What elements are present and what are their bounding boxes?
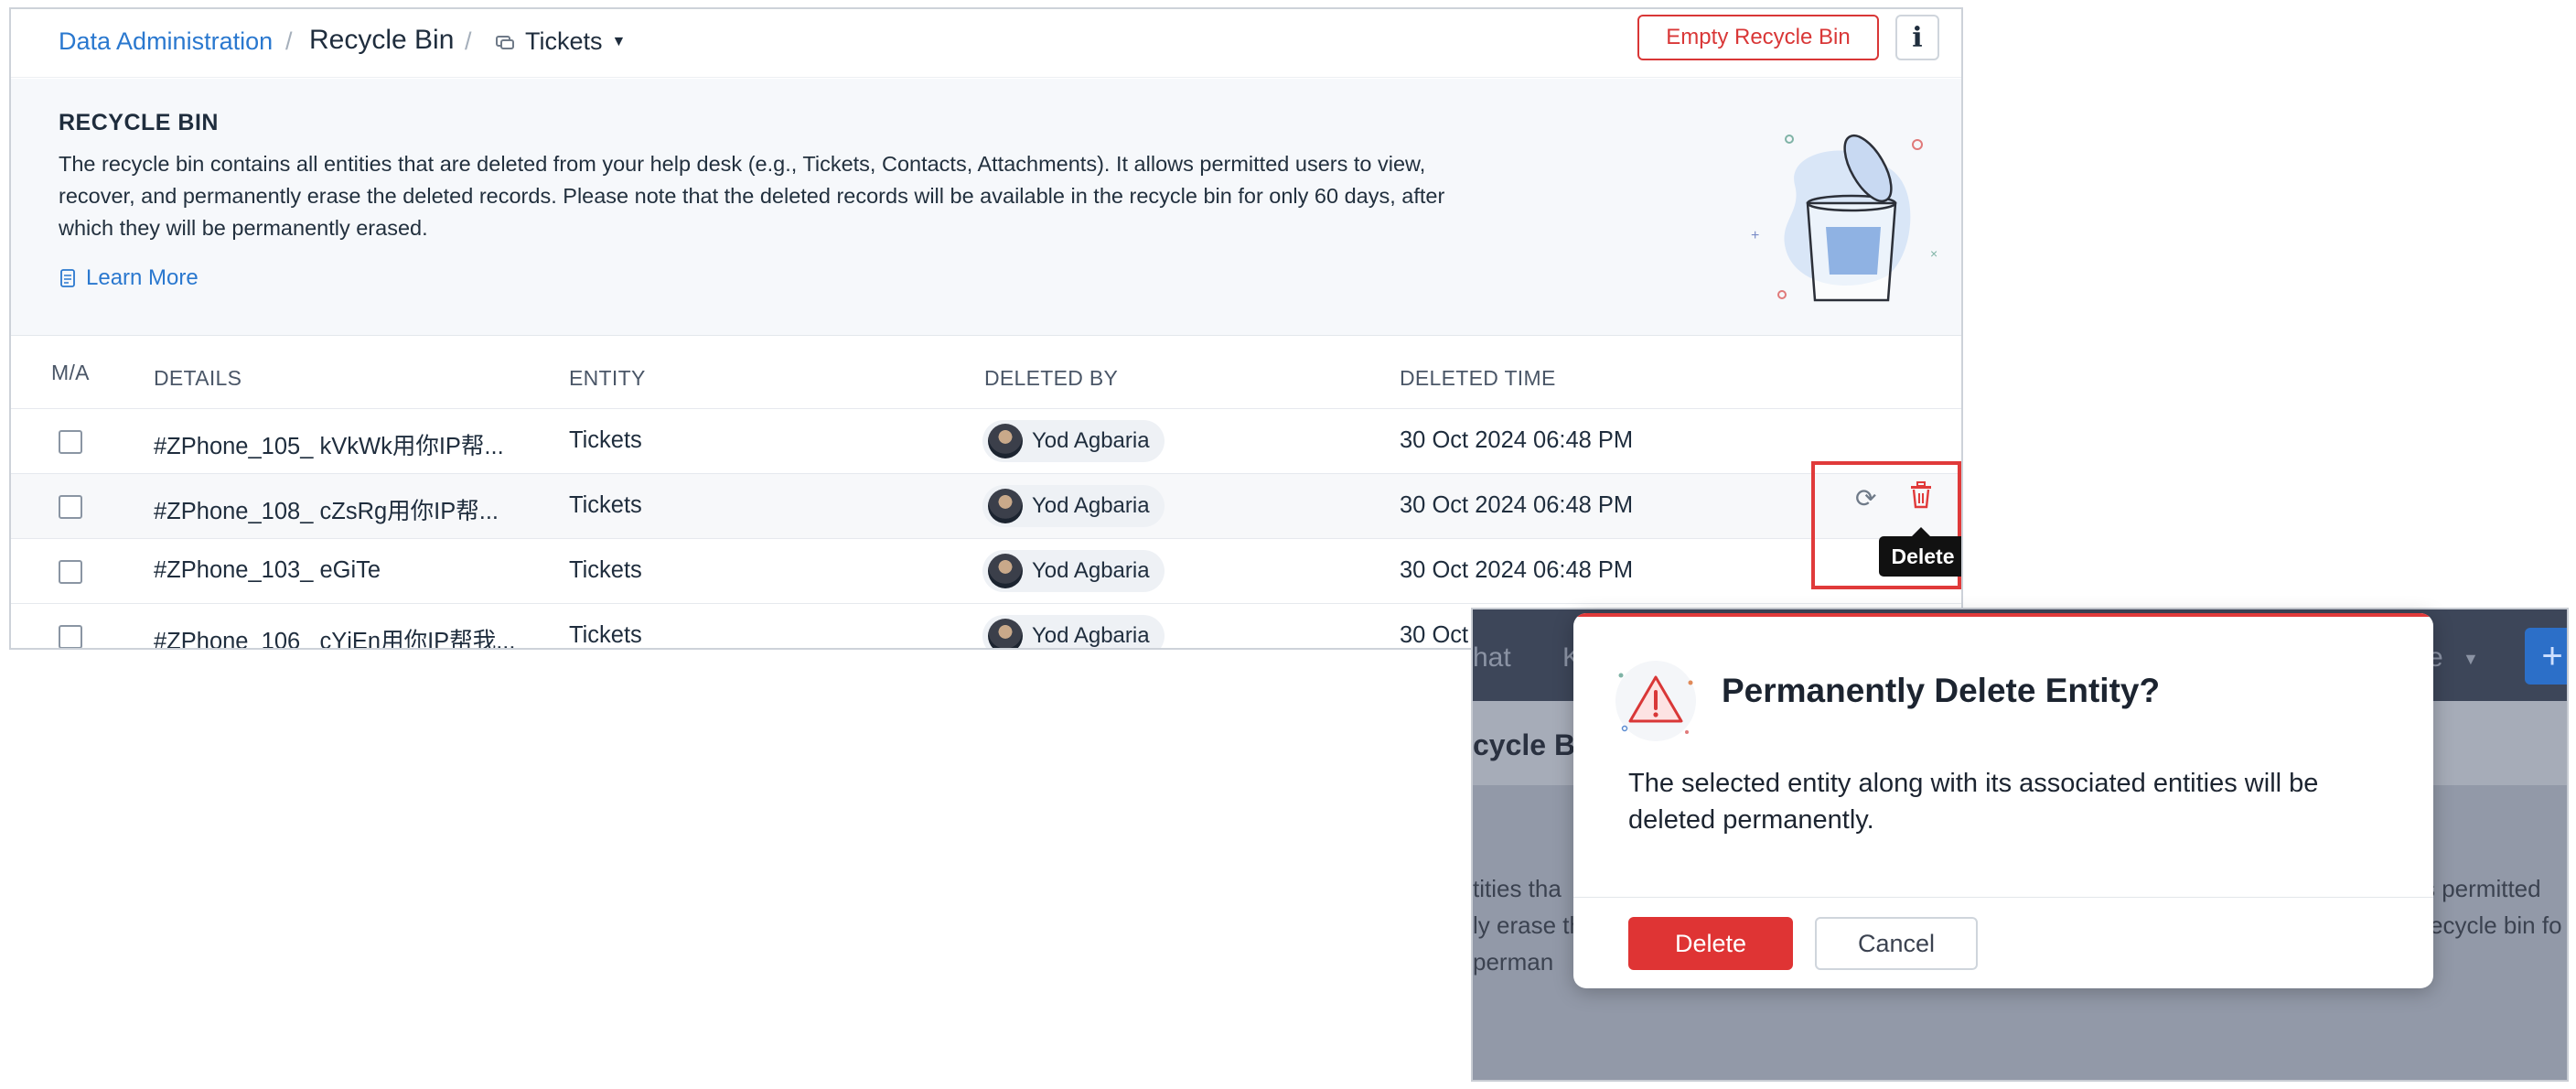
column-header-deleted-time[interactable]: DELETED TIME bbox=[1400, 366, 1556, 391]
banner-title: RECYCLE BIN bbox=[59, 110, 219, 135]
column-header-details[interactable]: DETAILS bbox=[154, 366, 242, 391]
avatar bbox=[988, 424, 1023, 458]
row-entity: Tickets bbox=[569, 622, 642, 648]
row-checkbox[interactable] bbox=[59, 495, 82, 519]
deleted-by-name: Yod Agbaria bbox=[1032, 623, 1150, 648]
learn-more-label: Learn More bbox=[86, 265, 199, 290]
row-details[interactable]: #ZPhone_106_ cYjEn用你IP帮我... bbox=[154, 622, 515, 648]
warning-triangle-icon bbox=[1615, 661, 1696, 741]
row-checkbox[interactable] bbox=[59, 430, 82, 454]
confirm-delete-button[interactable]: Delete bbox=[1628, 917, 1793, 970]
background-text: ly erase th bbox=[1473, 911, 1583, 939]
table-row[interactable]: #ZPhone_103_ eGiTe Tickets Yod Agbaria 3… bbox=[11, 539, 1961, 604]
deleted-by-name: Yod Agbaria bbox=[1032, 558, 1150, 583]
recycle-bin-page: Data Administration / Recycle Bin / Tick… bbox=[9, 7, 1963, 650]
column-header-deleted-by[interactable]: DELETED BY bbox=[984, 366, 1118, 391]
breadcrumb-separator: / bbox=[285, 27, 293, 55]
ticket-module-icon bbox=[496, 35, 514, 49]
modal-footer-divider bbox=[1573, 897, 2433, 898]
avatar bbox=[988, 619, 1023, 648]
row-deleted-time: 30 Oct 2024 06:48 PM bbox=[1400, 492, 1634, 518]
deleted-by-chip: Yod Agbaria bbox=[982, 420, 1165, 462]
nav-fragment: hat bbox=[1473, 642, 1511, 673]
caret-down-icon: ▼ bbox=[2463, 650, 2479, 668]
row-deleted-time: 30 Oct bbox=[1400, 622, 1469, 648]
row-deleted-time: 30 Oct 2024 06:48 PM bbox=[1400, 557, 1634, 583]
trash-icon[interactable] bbox=[1908, 481, 1934, 509]
svg-text:×: × bbox=[1930, 246, 1937, 261]
cancel-button[interactable]: Cancel bbox=[1815, 917, 1978, 970]
column-header-ma: M/A bbox=[51, 361, 90, 384]
learn-more-link[interactable]: Learn More bbox=[59, 265, 199, 291]
info-button[interactable]: i bbox=[1895, 15, 1939, 60]
background-title: cycle Bi bbox=[1473, 728, 1583, 761]
delete-tooltip: Delete bbox=[1879, 527, 1961, 577]
add-icon: + bbox=[2525, 628, 2567, 685]
row-details[interactable]: #ZPhone_108_ cZsRg用你IP帮... bbox=[154, 492, 499, 526]
breadcrumb-current: Recycle Bin bbox=[309, 25, 455, 55]
deleted-by-name: Yod Agbaria bbox=[1032, 428, 1150, 453]
row-entity: Tickets bbox=[569, 557, 642, 583]
background-text: perman bbox=[1473, 948, 1554, 976]
breadcrumb-separator: / bbox=[465, 27, 472, 55]
table-row[interactable]: #ZPhone_108_ cZsRg用你IP帮... Tickets Yod A… bbox=[11, 474, 1961, 539]
row-checkbox[interactable] bbox=[59, 625, 82, 648]
deleted-by-chip: Yod Agbaria bbox=[982, 485, 1165, 527]
table-row[interactable]: #ZPhone_105_ kVkWk用你IP帮... Tickets Yod A… bbox=[11, 409, 1961, 474]
info-banner: RECYCLE BIN The recycle bin contains all… bbox=[11, 79, 1961, 336]
modal-body: The selected entity along with its assoc… bbox=[1628, 769, 2319, 835]
row-entity: Tickets bbox=[569, 427, 642, 453]
avatar bbox=[988, 489, 1023, 523]
modal-accent-bar bbox=[1573, 613, 2433, 617]
table-header: M/A DETAILS ENTITY DELETED BY DELETED TI… bbox=[11, 339, 1961, 409]
module-dropdown[interactable]: Tickets ▼ bbox=[494, 27, 626, 56]
banner-description: The recycle bin contains all entities th… bbox=[59, 152, 1445, 240]
deleted-by-chip: Yod Agbaria bbox=[982, 615, 1165, 648]
deleted-by-chip: Yod Agbaria bbox=[982, 550, 1165, 592]
deleted-by-name: Yod Agbaria bbox=[1032, 493, 1150, 518]
restore-icon[interactable]: ⟳ bbox=[1855, 483, 1876, 513]
caret-down-icon: ▼ bbox=[611, 33, 627, 49]
row-details[interactable]: #ZPhone_103_ eGiTe bbox=[154, 557, 381, 584]
recycle-bin-illustration: + × bbox=[1751, 134, 1937, 302]
row-details[interactable]: #ZPhone_105_ kVkWk用你IP帮... bbox=[154, 427, 504, 461]
top-bar: Data Administration / Recycle Bin / Tick… bbox=[11, 9, 1961, 78]
delete-confirmation-modal: Permanently Delete Entity? The selected … bbox=[1573, 613, 2433, 988]
column-header-entity[interactable]: ENTITY bbox=[569, 366, 646, 391]
module-dropdown-label: Tickets bbox=[525, 27, 603, 55]
row-checkbox[interactable] bbox=[59, 560, 82, 584]
background-text: tities tha bbox=[1473, 875, 1562, 902]
modal-title: Permanently Delete Entity? bbox=[1722, 672, 2161, 709]
avatar bbox=[988, 554, 1023, 588]
svg-text:+: + bbox=[1751, 228, 1759, 243]
row-deleted-time: 30 Oct 2024 06:48 PM bbox=[1400, 427, 1634, 453]
document-icon bbox=[60, 269, 75, 287]
row-entity: Tickets bbox=[569, 492, 642, 518]
breadcrumb-data-administration[interactable]: Data Administration bbox=[59, 27, 273, 56]
background-text: ecycle bin fo bbox=[2430, 911, 2562, 939]
empty-recycle-bin-button[interactable]: Empty Recycle Bin bbox=[1637, 15, 1879, 60]
